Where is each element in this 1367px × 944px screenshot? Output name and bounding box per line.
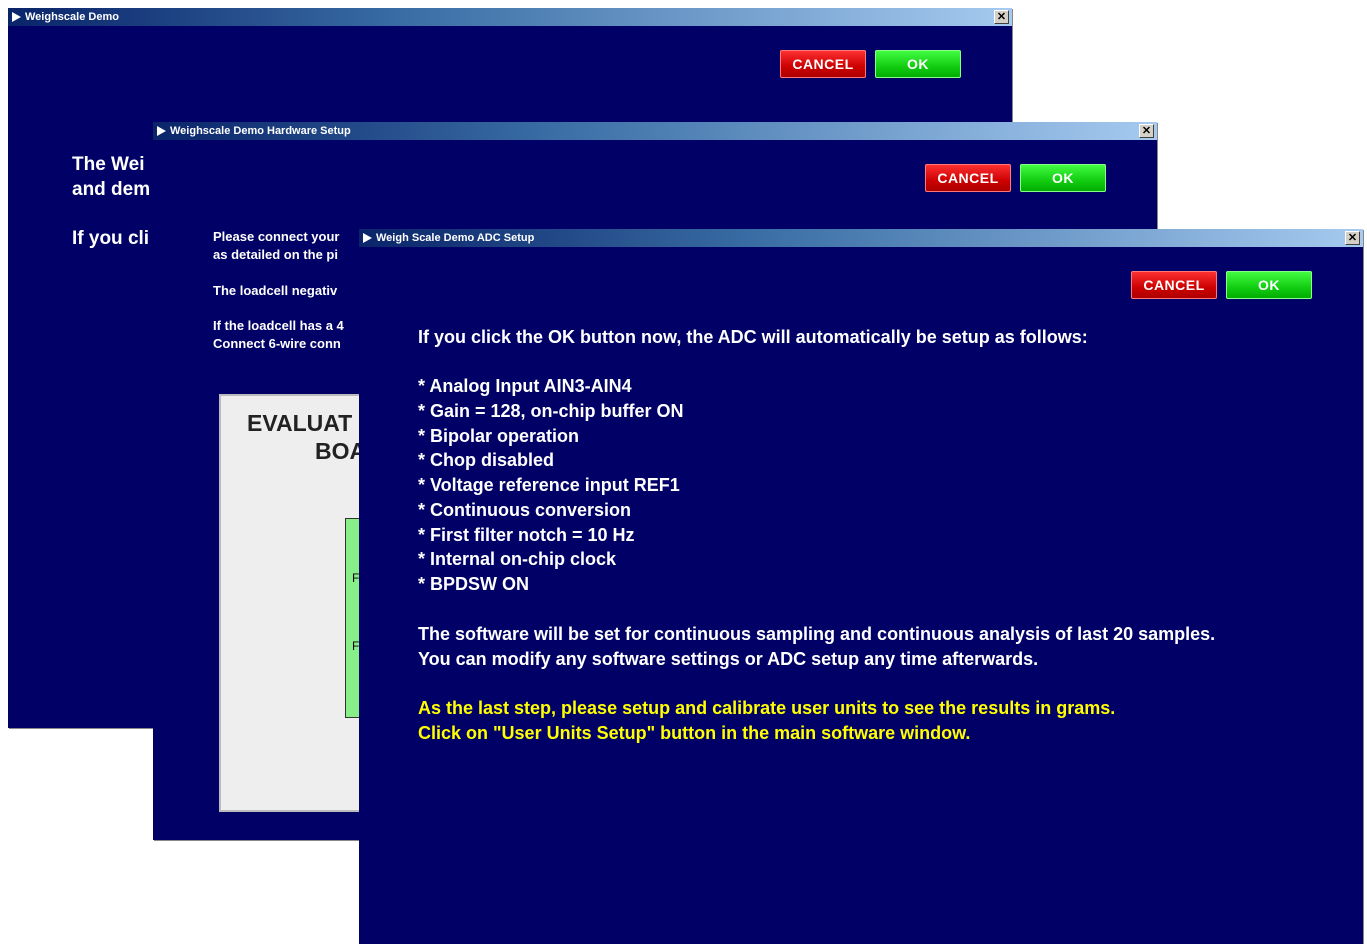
adc-setup-window: Weigh Scale Demo ADC Setup ✕ CANCEL OK I… bbox=[359, 229, 1363, 944]
cancel-button[interactable]: CANCEL bbox=[1131, 271, 1217, 299]
software-text-line-2: You can modify any software settings or … bbox=[418, 649, 1039, 669]
setting-item: * BPDSW ON bbox=[418, 574, 530, 594]
window-menu-icon[interactable] bbox=[363, 233, 372, 243]
cancel-button[interactable]: CANCEL bbox=[780, 50, 866, 78]
window-title: Weighscale Demo bbox=[25, 11, 119, 23]
setting-item: * Chop disabled bbox=[418, 450, 555, 470]
title-bar[interactable]: Weigh Scale Demo ADC Setup ✕ bbox=[359, 229, 1363, 247]
cancel-button[interactable]: CANCEL bbox=[925, 164, 1011, 192]
ok-button[interactable]: OK bbox=[875, 50, 961, 78]
negative-text: The loadcell negativ bbox=[213, 283, 338, 298]
close-icon[interactable]: ✕ bbox=[1139, 124, 1154, 138]
wire-text-line-2: Connect 6-wire conn bbox=[213, 336, 341, 351]
wire-text-line-1: If the loadcell has a 4 bbox=[213, 318, 344, 333]
last-step-text-line-1: As the last step, please setup and calib… bbox=[418, 698, 1116, 718]
ok-button[interactable]: OK bbox=[1226, 271, 1312, 299]
ok-button[interactable]: OK bbox=[1020, 164, 1106, 192]
window-title: Weigh Scale Demo ADC Setup bbox=[376, 232, 535, 244]
setting-item: * Bipolar operation bbox=[418, 426, 580, 446]
title-bar[interactable]: Weighscale Demo Hardware Setup ✕ bbox=[153, 122, 1157, 140]
setting-item: * Voltage reference input REF1 bbox=[418, 475, 680, 495]
window-title: Weighscale Demo Hardware Setup bbox=[170, 125, 351, 137]
setting-item: * Gain = 128, on-chip buffer ON bbox=[418, 401, 684, 421]
window-menu-icon[interactable] bbox=[12, 12, 21, 22]
connect-text-line-1: Please connect your bbox=[213, 229, 340, 244]
software-text-line-1: The software will be set for continuous … bbox=[418, 624, 1216, 644]
intro-text: If you click the OK button now, the ADC … bbox=[418, 327, 1088, 347]
intro-text-line-1: The Wei bbox=[72, 154, 145, 175]
evaluation-board-diagram: EVALUAT BOA F F bbox=[219, 394, 377, 812]
intro-text-line-2: and dem bbox=[72, 179, 151, 200]
setting-item: * Internal on-chip clock bbox=[418, 549, 617, 569]
close-icon[interactable]: ✕ bbox=[1345, 231, 1360, 245]
last-step-text-line-2: Click on "User Units Setup" button in th… bbox=[418, 723, 971, 743]
close-icon[interactable]: ✕ bbox=[994, 10, 1009, 24]
setting-item: * First filter notch = 10 Hz bbox=[418, 525, 635, 545]
setting-item: * Analog Input AIN3-AIN4 bbox=[418, 376, 632, 396]
setting-item: * Continuous conversion bbox=[418, 500, 632, 520]
window-menu-icon[interactable] bbox=[157, 126, 166, 136]
title-bar[interactable]: Weighscale Demo ✕ bbox=[8, 8, 1012, 26]
board-title-line-1: EVALUAT bbox=[247, 410, 353, 436]
intro-text-line-3: If you cli bbox=[72, 228, 150, 249]
connect-text-line-2: as detailed on the pi bbox=[213, 247, 338, 262]
